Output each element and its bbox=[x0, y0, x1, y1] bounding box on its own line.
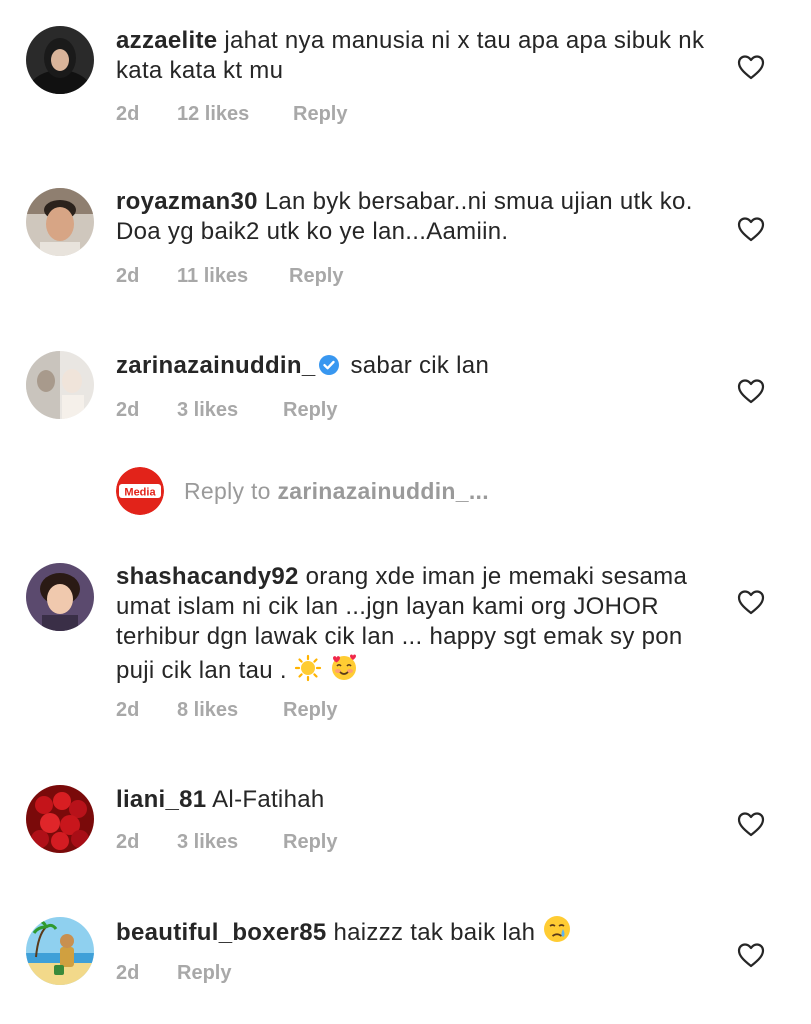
reply-mention: zarinazainuddin_... bbox=[277, 478, 489, 504]
comment-likes[interactable]: 3 likes bbox=[177, 831, 238, 854]
media-logo-text: Media bbox=[124, 487, 156, 499]
heart-outline-icon[interactable] bbox=[737, 216, 765, 242]
comment-username[interactable]: liani_81 bbox=[116, 786, 206, 813]
reply-prefix: Reply to bbox=[184, 478, 278, 504]
comment-username[interactable]: zarinazainuddin_ bbox=[116, 352, 316, 379]
comment-likes[interactable]: 8 likes bbox=[177, 699, 238, 722]
comment-time: 2d bbox=[116, 831, 140, 853]
comment-time: 2d bbox=[116, 699, 140, 721]
avatar[interactable] bbox=[26, 917, 94, 985]
smiling-face-with-hearts-emoji-icon bbox=[329, 652, 359, 690]
comment-likes[interactable]: 3 likes bbox=[177, 399, 238, 422]
comment-text: haizzz tak baik lah bbox=[333, 919, 536, 946]
avatar[interactable] bbox=[26, 785, 94, 853]
comment-username[interactable]: azzaelite bbox=[116, 27, 217, 54]
comment-text: Al-Fatihah bbox=[212, 786, 325, 813]
reply-button[interactable]: Reply bbox=[177, 962, 231, 985]
comment-text: sabar cik lan bbox=[350, 352, 490, 379]
avatar[interactable] bbox=[26, 188, 94, 256]
reply-button[interactable]: Reply bbox=[293, 103, 347, 126]
heart-outline-icon[interactable] bbox=[737, 378, 765, 404]
comment-time: 2d bbox=[116, 103, 140, 125]
crying-face-emoji-icon bbox=[542, 914, 572, 952]
heart-outline-icon[interactable] bbox=[737, 942, 765, 968]
comment-username[interactable]: beautiful_boxer85 bbox=[116, 919, 327, 946]
heart-outline-icon[interactable] bbox=[737, 54, 765, 80]
heart-outline-icon[interactable] bbox=[737, 811, 765, 837]
reply-button[interactable]: Reply bbox=[283, 699, 337, 722]
heart-outline-icon[interactable] bbox=[737, 589, 765, 615]
avatar[interactable] bbox=[26, 26, 94, 94]
comment-time: 2d bbox=[116, 265, 140, 287]
verified-badge-icon bbox=[318, 354, 340, 384]
comment-time: 2d bbox=[116, 962, 140, 984]
comment-likes[interactable]: 11 likes bbox=[177, 265, 248, 288]
reply-button[interactable]: Reply bbox=[289, 265, 343, 288]
sun-emoji-icon bbox=[294, 654, 322, 690]
reply-input-placeholder[interactable]: Reply to zarinazainuddin_... bbox=[184, 478, 489, 505]
comment-likes[interactable]: 12 likes bbox=[177, 103, 249, 126]
comment-time: 2d bbox=[116, 399, 140, 421]
avatar[interactable] bbox=[26, 351, 94, 419]
reply-button[interactable]: Reply bbox=[283, 399, 337, 422]
avatar: Media bbox=[116, 467, 164, 515]
comment-username[interactable]: shashacandy92 bbox=[116, 563, 299, 590]
avatar[interactable] bbox=[26, 563, 94, 631]
comment-username[interactable]: royazman30 bbox=[116, 188, 258, 215]
reply-button[interactable]: Reply bbox=[283, 831, 337, 854]
